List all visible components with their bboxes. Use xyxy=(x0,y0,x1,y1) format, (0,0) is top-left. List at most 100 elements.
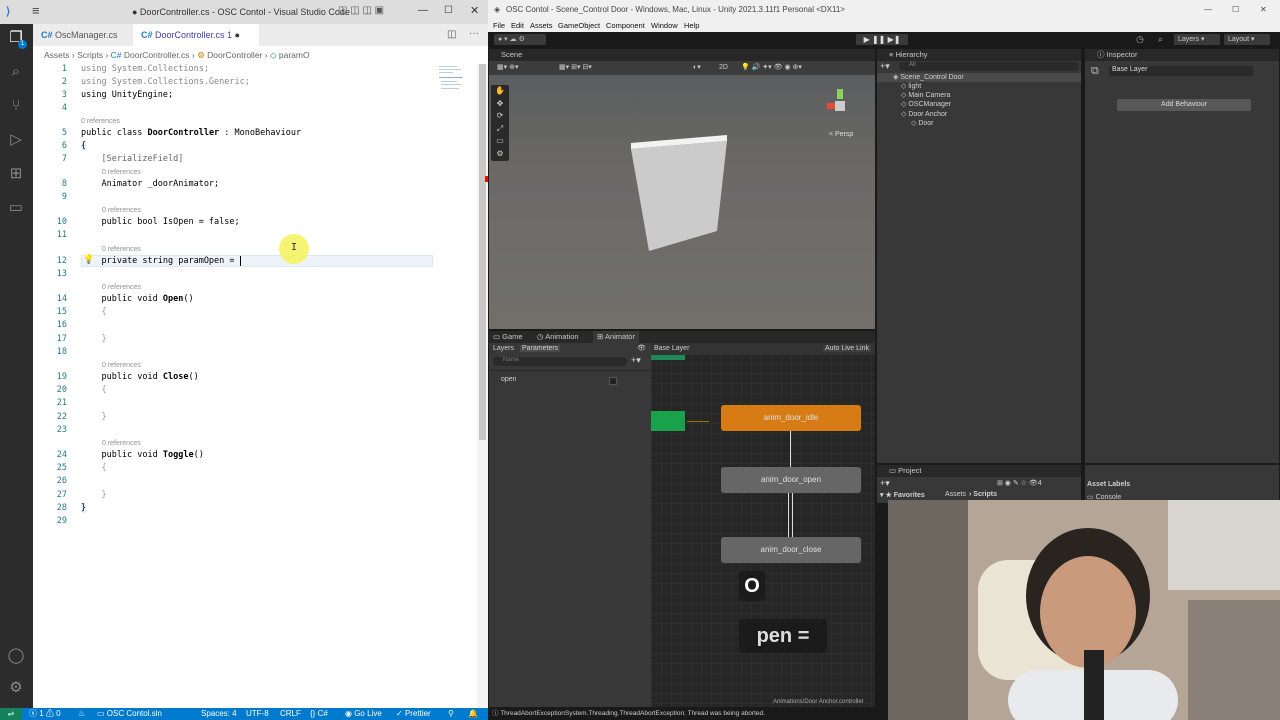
codelens-references[interactable]: 0 references xyxy=(102,246,141,253)
maximize-icon[interactable]: ☐ xyxy=(1232,0,1239,20)
hierarchy-item[interactable]: ◈ Scene_Control Door xyxy=(893,73,964,81)
shading-icon[interactable]: ◐▾ xyxy=(693,61,701,75)
scene-tab[interactable]: Scene xyxy=(489,49,875,61)
layers-dropdown[interactable]: Layers ▾ xyxy=(1174,34,1220,45)
hierarchy-item[interactable]: ◇ Door Anchor xyxy=(901,110,947,118)
layer-name-field[interactable]: Base Layer xyxy=(1109,66,1253,76)
layout-dropdown[interactable]: Layout ▾ xyxy=(1224,34,1270,45)
tab-animator[interactable]: ⊞ Animator xyxy=(593,331,639,343)
minimap[interactable] xyxy=(435,64,475,94)
parameter-name[interactable]: open xyxy=(501,376,517,383)
draw-mode-icon[interactable]: ▦▾ ⊕▾ xyxy=(497,61,518,75)
favorites-label[interactable]: ▾ ★ Favorites xyxy=(880,491,925,499)
codelens-references[interactable]: 0 references xyxy=(81,118,120,125)
settings-gear-icon[interactable]: ⚙ xyxy=(6,678,26,698)
editor-scrollbar[interactable] xyxy=(477,64,488,708)
state-node-close[interactable]: anim_door_close xyxy=(721,537,861,563)
extensions-icon[interactable]: ⊞ xyxy=(6,164,26,184)
menu-help[interactable]: Help xyxy=(684,20,699,32)
layer-breadcrumb[interactable]: Base Layer xyxy=(654,345,689,352)
layers-subtab[interactable]: Layers xyxy=(493,345,514,352)
breadcrumb-item[interactable]: Assets xyxy=(44,50,70,60)
language-mode[interactable]: {} C# xyxy=(310,708,328,720)
account-icon[interactable]: ◯ xyxy=(6,646,26,666)
split-editor-icon[interactable]: ◫ xyxy=(447,29,456,40)
assets-breadcrumb[interactable]: Assets xyxy=(945,491,966,498)
menu-icon[interactable]: ≡ xyxy=(32,3,40,18)
hierarchy-search[interactable]: All xyxy=(899,62,1079,71)
menu-window[interactable]: Window xyxy=(651,20,678,32)
add-icon[interactable]: +▾ xyxy=(880,478,890,489)
tab-animation[interactable]: ◷ Animation xyxy=(537,331,579,343)
more-actions-icon[interactable]: ··· xyxy=(469,28,479,39)
go-live-button[interactable]: ◉ Go Live xyxy=(345,708,382,720)
search-icon[interactable]: ⌕ xyxy=(6,62,26,82)
state-node-idle[interactable]: anim_door_idle xyxy=(721,405,861,431)
mode-2d-toggle[interactable]: 2D xyxy=(719,61,728,75)
notifications-icon[interactable]: 🔔 xyxy=(468,708,478,720)
tab-oscmanager[interactable]: C# OscManager.cs xyxy=(33,24,133,46)
scripts-breadcrumb[interactable]: › Scripts xyxy=(969,491,997,498)
source-control-icon[interactable]: ⑂ xyxy=(6,96,26,116)
transform-tools[interactable]: ✋ ✥ ⟳ ⤢ ▭ ⚙ xyxy=(491,85,509,161)
minimize-icon[interactable]: — xyxy=(418,5,428,16)
solution-name[interactable]: ▭ OSC Contol.sln xyxy=(97,708,162,720)
parameter-bool-checkbox[interactable] xyxy=(609,377,617,385)
parameters-subtab[interactable]: Parameters xyxy=(520,345,561,352)
close-icon[interactable]: ✕ xyxy=(1260,0,1267,20)
add-icon[interactable]: +▾ xyxy=(880,61,890,72)
perspective-label[interactable]: < Persp xyxy=(829,131,853,138)
scrollbar-thumb[interactable] xyxy=(479,64,486,440)
add-behaviour-button[interactable]: Add Behaviour xyxy=(1117,99,1251,111)
hierarchy-item[interactable]: ◇ OSCManager xyxy=(901,100,951,108)
animator-graph[interactable]: Base Layer Auto Live Link anim_door_idle… xyxy=(651,343,875,707)
project-tab[interactable]: ▭ Project xyxy=(877,465,1081,477)
hierarchy-item[interactable]: ◇ Door xyxy=(911,119,934,127)
menu-file[interactable]: File xyxy=(493,20,505,32)
codelens-references[interactable]: 0 references xyxy=(102,169,141,176)
visibility-icon[interactable]: 👁 xyxy=(637,344,646,352)
maximize-icon[interactable]: ☐ xyxy=(444,5,453,16)
add-parameter-icon[interactable]: +▾ xyxy=(631,355,641,366)
menu-component[interactable]: Component xyxy=(606,20,645,32)
breadcrumb-item[interactable]: paramO xyxy=(279,50,310,60)
search-icon[interactable]: ⌕ xyxy=(1158,34,1163,45)
tab-game[interactable]: ▭ Game xyxy=(493,331,523,343)
breadcrumb-item[interactable]: DoorController xyxy=(207,50,262,60)
breadcrumb-item[interactable]: DoorController.cs xyxy=(124,50,190,60)
history-icon[interactable]: ◷ xyxy=(1136,34,1144,45)
menu-assets[interactable]: Assets xyxy=(530,20,553,32)
play-controls[interactable]: ▶ ❚❚ ▶❚ xyxy=(856,34,908,45)
console-status-bar[interactable]: ⓘ ThreadAbortExceptionSystem.Threading.T… xyxy=(488,708,888,720)
door-object[interactable] xyxy=(629,135,731,253)
prettier-status[interactable]: ✓ Prettier xyxy=(396,708,431,720)
state-node-open[interactable]: anim_door_open xyxy=(721,467,861,493)
indent-setting[interactable]: Spaces: 4 xyxy=(201,708,237,720)
grid-snap-icon[interactable]: ▦▾ ⊞▾ ⊟▾ xyxy=(559,61,592,75)
hierarchy-item[interactable]: ◇ Main Camera xyxy=(901,91,950,99)
line-ending[interactable]: CRLF xyxy=(280,708,301,720)
remote-indicator-icon[interactable]: ⇌ xyxy=(0,708,22,720)
codelens-references[interactable]: 0 references xyxy=(102,362,141,369)
problems-count[interactable]: ⓧ 1 ⚠ 0 xyxy=(29,708,61,720)
menu-edit[interactable]: Edit xyxy=(511,20,524,32)
scene-view[interactable]: ✋ ✥ ⟳ ⤢ ▭ ⚙ < Persp xyxy=(489,75,875,329)
layout-toggle-icon[interactable]: ◫ ◫ ◫ ▣ xyxy=(338,5,384,16)
project-tools-icon[interactable]: ⊞ ◉ ✎ ☆ 👁4 xyxy=(997,479,1042,487)
encoding[interactable]: UTF-8 xyxy=(246,708,269,720)
any-state-node[interactable] xyxy=(651,355,685,360)
code-editor[interactable]: 1 2 3 4 5 6 7 8 9 10 11 12 13 14 15 16 1… xyxy=(33,64,477,708)
hierarchy-item[interactable]: ◇ light xyxy=(901,82,921,90)
scene-gizmo-icon[interactable] xyxy=(823,89,857,123)
codelens-references[interactable]: 0 references xyxy=(102,440,141,447)
auto-live-link-button[interactable]: Auto Live Link xyxy=(823,345,871,352)
remote-icon[interactable]: ▭ xyxy=(6,198,26,218)
entry-node[interactable] xyxy=(651,411,685,431)
flame-icon[interactable]: ♨ xyxy=(78,708,85,720)
codelens-references[interactable]: 0 references xyxy=(102,284,141,291)
tab-doorcontroller[interactable]: C# DoorController.cs 1 ● xyxy=(133,24,259,46)
inspector-tab[interactable]: ⓘ Inspector xyxy=(1085,49,1279,61)
breadcrumb-item[interactable]: Scripts xyxy=(77,50,103,60)
hierarchy-tab[interactable]: ≡ Hierarchy xyxy=(877,49,1081,61)
codelens-references[interactable]: 0 references xyxy=(102,207,141,214)
